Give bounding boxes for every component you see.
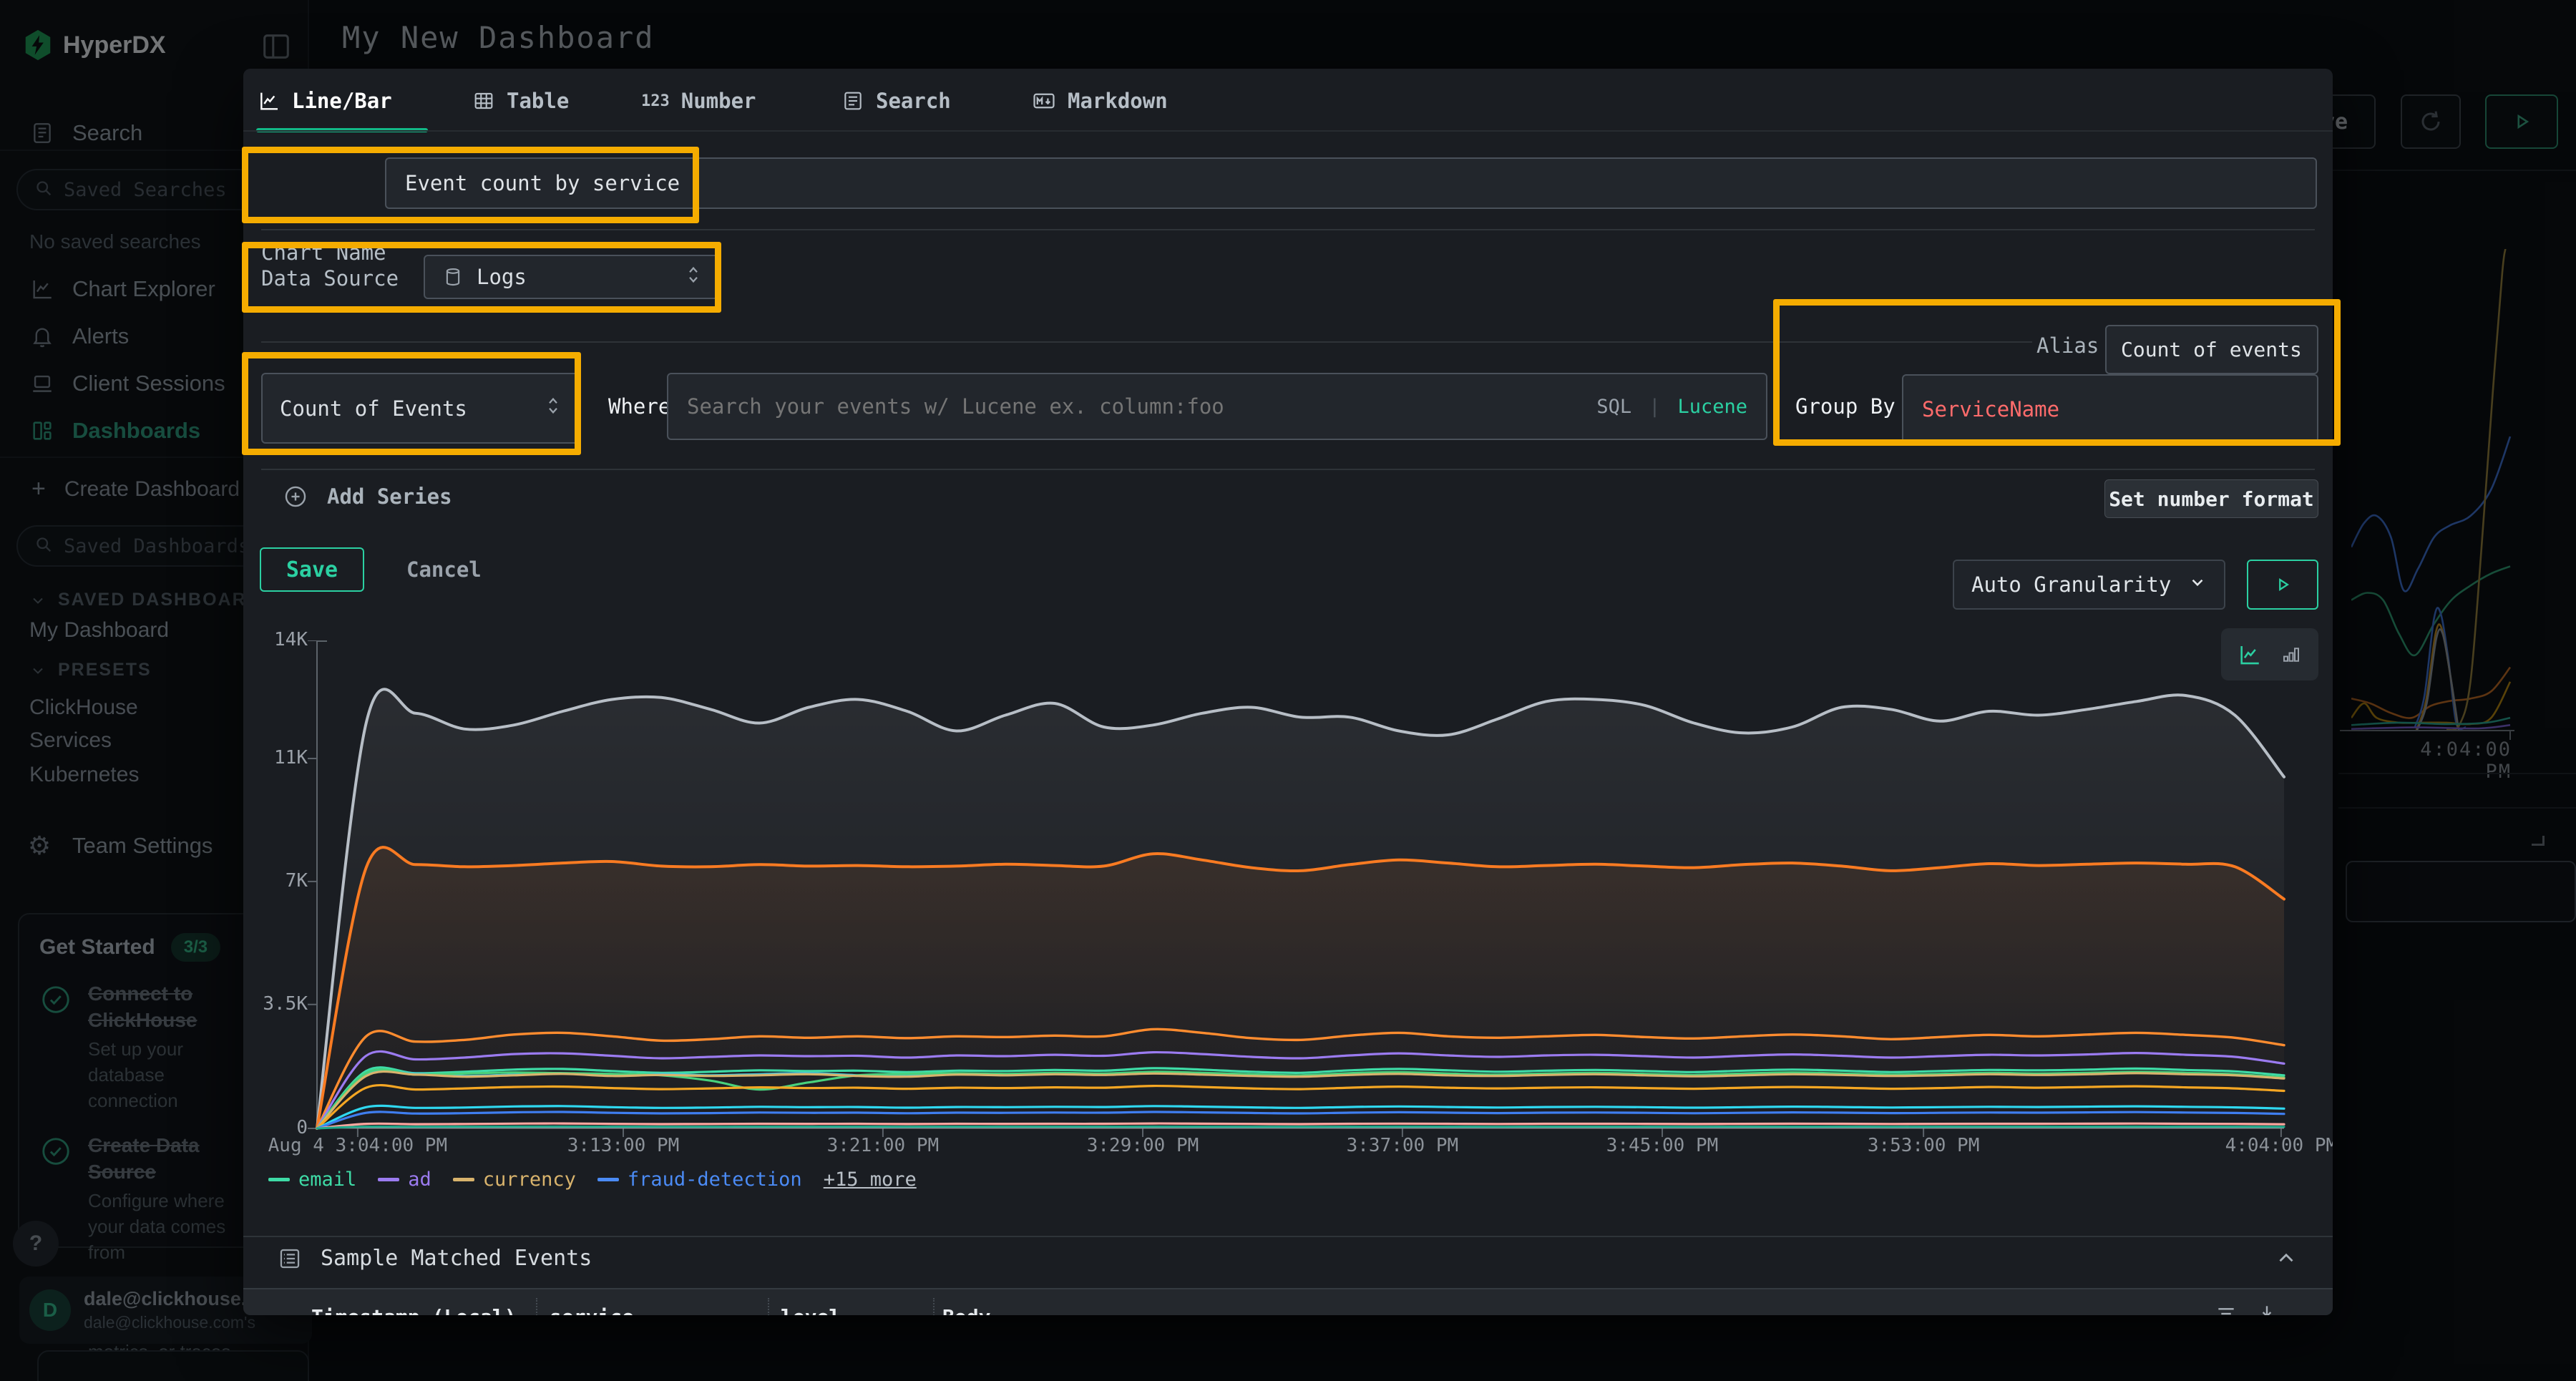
list-doc-icon [841,89,864,112]
download-icon [2255,1302,2278,1315]
where-label: Where [608,394,670,419]
data-source-select[interactable]: Logs [424,255,720,299]
aggregation-select[interactable]: Count of Events [261,373,580,444]
legend-swatch [597,1178,619,1181]
divider [261,341,2032,343]
divider [243,130,2333,132]
legend-swatch [453,1178,474,1181]
number-123-icon: 123 [641,92,670,110]
legend-swatch [378,1178,399,1181]
filter-lines-icon [2215,1302,2238,1315]
alias-label: Alias [2036,333,2099,358]
legend-label: email [298,1168,356,1191]
add-series-button[interactable]: Add Series [283,484,452,509]
edit-chart-modal: Line/Bar Table 123 Number Search Markdow… [243,69,2333,1315]
legend-label: currency [483,1168,576,1191]
chart-type-toggle[interactable] [2221,628,2318,680]
sample-events-header[interactable]: Sample Matched Events [278,1246,592,1271]
where-search-box: SQL | Lucene [667,373,1767,440]
divider [261,229,2315,230]
legend-item-currency[interactable]: currency [453,1168,576,1191]
x-axis-label: Aug 4 3:04:00 PM [265,1135,451,1156]
divider [261,469,2315,470]
granularity-select[interactable]: Auto Granularity [1953,560,2225,610]
table-icon [472,89,495,112]
run-query-button[interactable] [2247,560,2318,610]
lucene-toggle[interactable]: Lucene [1677,396,1747,418]
toggle-divider: | [1649,396,1660,418]
tab-line-bar[interactable]: Line/Bar [258,89,392,113]
bar-chart-icon [2280,644,2302,665]
column-header-body[interactable]: Body [942,1305,990,1315]
chevron-up-icon [2274,1246,2298,1270]
group-by-input[interactable] [1902,374,2318,444]
list-icon [278,1246,302,1271]
data-source-label: Data Source [261,266,399,291]
filter-columns-button[interactable] [2215,1302,2238,1315]
set-number-format-button[interactable]: Set number format [2104,479,2318,518]
column-separator[interactable] [933,1298,935,1315]
column-header-level[interactable]: level [781,1305,841,1315]
alias-input[interactable] [2105,325,2318,374]
sql-toggle[interactable]: SQL [1596,396,1631,418]
divider [243,1236,2333,1237]
legend-item-ad[interactable]: ad [378,1168,431,1191]
x-axis-label: 4:04:00 PM [2188,1135,2333,1156]
column-separator[interactable] [768,1298,769,1315]
tab-search[interactable]: Search [841,89,951,113]
chart-name-input[interactable] [385,157,2317,209]
select-chevrons-icon [686,264,701,291]
select-chevrons-icon [545,395,561,421]
x-axis-label: 3:45:00 PM [1569,1135,1755,1156]
tab-table[interactable]: Table [472,89,569,113]
chart-name-label: Chart Name [261,240,386,265]
database-icon [442,266,464,288]
column-header-service[interactable]: service [550,1305,634,1315]
column-separator[interactable] [536,1298,537,1315]
events-table-header: Timestamp (Local) service level Body [243,1288,2333,1315]
cancel-button[interactable]: Cancel [406,557,482,582]
x-axis-label: 3:21:00 PM [790,1135,976,1156]
line-chart-icon [2238,643,2262,667]
collapse-section-button[interactable] [2274,1246,2298,1273]
markdown-icon [1032,89,1056,113]
preview-chart: 14K11K7K3.5K0 Aug 4 3:04:00 PM3:13:00 PM… [258,640,2318,1170]
legend-label: ad [408,1168,431,1191]
tab-number[interactable]: 123 Number [641,89,756,113]
tab-markdown[interactable]: Markdown [1032,89,1168,113]
legend-item-email[interactable]: email [268,1168,356,1191]
group-by-label: Group By [1795,394,1896,419]
play-icon [2272,574,2293,595]
where-search-input[interactable] [687,394,1579,419]
x-axis-label: 3:37:00 PM [1309,1135,1496,1156]
x-axis-label: 3:53:00 PM [1830,1135,2016,1156]
x-axis-label: 3:13:00 PM [530,1135,716,1156]
legend-item-fraud-detection[interactable]: fraud-detection [597,1168,802,1191]
x-axis-label: 3:29:00 PM [1050,1135,1236,1156]
chevron-down-icon [2188,572,2207,597]
plus-circle-icon [283,484,308,509]
chart-legend: email ad currency fraud-detection +15 more [268,1168,917,1191]
save-button[interactable]: Save [260,547,364,592]
line-chart-icon [258,89,280,112]
download-button[interactable] [2255,1302,2278,1315]
legend-more-link[interactable]: +15 more [824,1168,917,1191]
legend-label: fraud-detection [628,1168,802,1191]
legend-swatch [268,1178,290,1181]
column-header-timestamp-local-[interactable]: Timestamp (Local) [311,1305,517,1315]
